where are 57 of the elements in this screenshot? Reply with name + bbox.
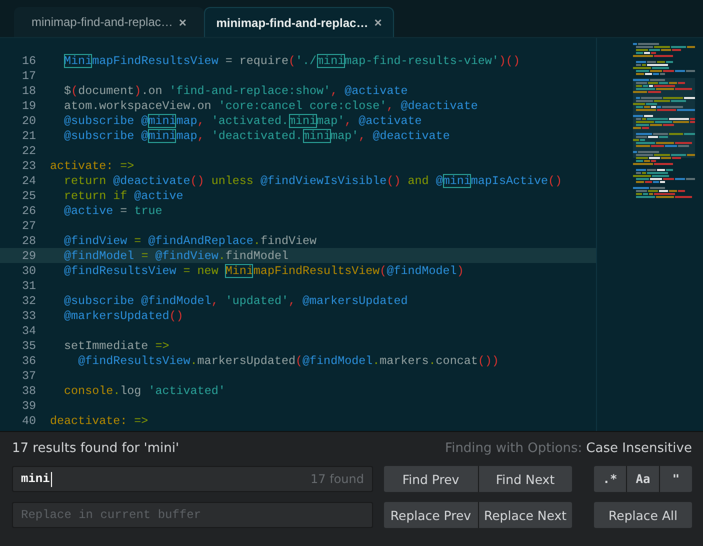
line-number: 19 xyxy=(20,98,37,112)
code-line: @findView = @findAndReplace.findView xyxy=(63,234,317,248)
line-number: 34 xyxy=(20,324,37,338)
code-line: return if @active xyxy=(63,188,184,202)
code-line: @markersUpdated() xyxy=(63,308,184,322)
line-number: 30 xyxy=(20,264,37,278)
line-number: 35 xyxy=(20,338,37,352)
line-number: 38 xyxy=(20,384,37,398)
editor-tab[interactable]: minimap-find-and-replac… × xyxy=(204,7,394,37)
code-line: deactivate: => xyxy=(50,414,148,428)
find-next-button[interactable]: Find Next xyxy=(478,466,572,492)
results-message: 17 results found for 'mini' xyxy=(12,440,180,456)
code-line: setImmediate => xyxy=(63,338,170,352)
code-line: @active = true xyxy=(63,204,162,218)
line-number: 16 xyxy=(20,54,37,68)
code-line: console.log 'activated' xyxy=(63,384,226,398)
line-number: 24 xyxy=(20,174,37,188)
close-icon[interactable]: × xyxy=(374,15,382,30)
code-line: activate: => xyxy=(50,158,134,172)
line-number: 26 xyxy=(20,204,37,218)
replace-all-button[interactable]: Replace All xyxy=(594,502,692,528)
line-number: 28 xyxy=(20,234,37,248)
line-number: 23 xyxy=(20,158,37,172)
code-line: $(document).on 'find-and-replace:show', @activate xyxy=(63,84,408,98)
line-number: 21 xyxy=(20,128,37,142)
line-number: 29 xyxy=(20,248,37,262)
code-line: @findResultsView = new MinimapFindResultsView(@findModel) xyxy=(63,264,464,278)
replace-next-button[interactable]: Replace Next xyxy=(478,502,572,528)
close-icon[interactable]: × xyxy=(178,14,186,30)
line-number: 40 xyxy=(20,414,37,428)
match-count: 17 found xyxy=(310,472,364,486)
code-line: atom.workspaceView.on 'core:cancel core:close', @deactivate xyxy=(63,98,478,112)
code-line: @subscribe @findModel, 'updated', @markersUpdated xyxy=(63,294,408,308)
option-toggle[interactable]: " xyxy=(660,466,692,492)
line-number: 27 xyxy=(20,218,37,232)
code-line: @findModel = @findView.findModel xyxy=(63,248,288,262)
option-toggle[interactable]: Aa xyxy=(627,466,660,492)
line-number: 37 xyxy=(20,368,37,382)
line-number: 31 xyxy=(20,278,37,292)
line-number: 18 xyxy=(20,84,37,98)
line-number: 22 xyxy=(20,144,37,158)
find-field[interactable]: mini 17 found xyxy=(12,466,373,492)
replace-prev-button[interactable]: Replace Prev xyxy=(384,502,478,528)
line-number: 39 xyxy=(20,398,37,412)
line-number: 17 xyxy=(20,68,37,82)
options-value: Case Insensitive xyxy=(586,440,692,456)
minimap-drawing[interactable] xyxy=(633,41,695,201)
line-number: 20 xyxy=(20,114,37,128)
editor-tab[interactable]: minimap-find-and-replac… × xyxy=(14,7,204,37)
code-line: @findResultsView.markersUpdated(@findModel.markers.concat()) xyxy=(77,354,499,368)
line-number: 25 xyxy=(20,188,37,202)
find-prev-button[interactable]: Find Prev xyxy=(384,466,478,492)
option-toggle[interactable]: .* xyxy=(594,466,627,492)
line-number: 36 xyxy=(20,354,37,368)
line-number: 33 xyxy=(20,308,37,322)
line-number: 32 xyxy=(20,294,37,308)
options-label: Finding with Options: xyxy=(445,440,582,456)
